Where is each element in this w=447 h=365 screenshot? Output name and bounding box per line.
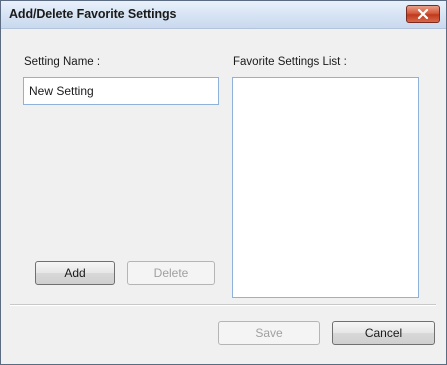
setting-name-label: Setting Name : [24,56,101,68]
close-icon [417,9,429,19]
separator [10,304,436,306]
title-bar[interactable]: Add/Delete Favorite Settings [1,1,446,29]
add-button[interactable]: Add [35,261,115,285]
close-button[interactable] [406,5,440,23]
window-title: Add/Delete Favorite Settings [9,7,177,21]
setting-name-input[interactable] [23,77,219,105]
cancel-button[interactable]: Cancel [332,321,435,345]
dialog-body: Setting Name : Favorite Settings List : … [1,29,446,364]
favorite-settings-list-label: Favorite Settings List : [233,56,347,68]
save-button[interactable]: Save [218,321,320,345]
delete-button[interactable]: Delete [127,261,215,285]
favorite-settings-list[interactable] [232,77,419,298]
dialog-window: Add/Delete Favorite Settings Setting Nam… [0,0,447,365]
